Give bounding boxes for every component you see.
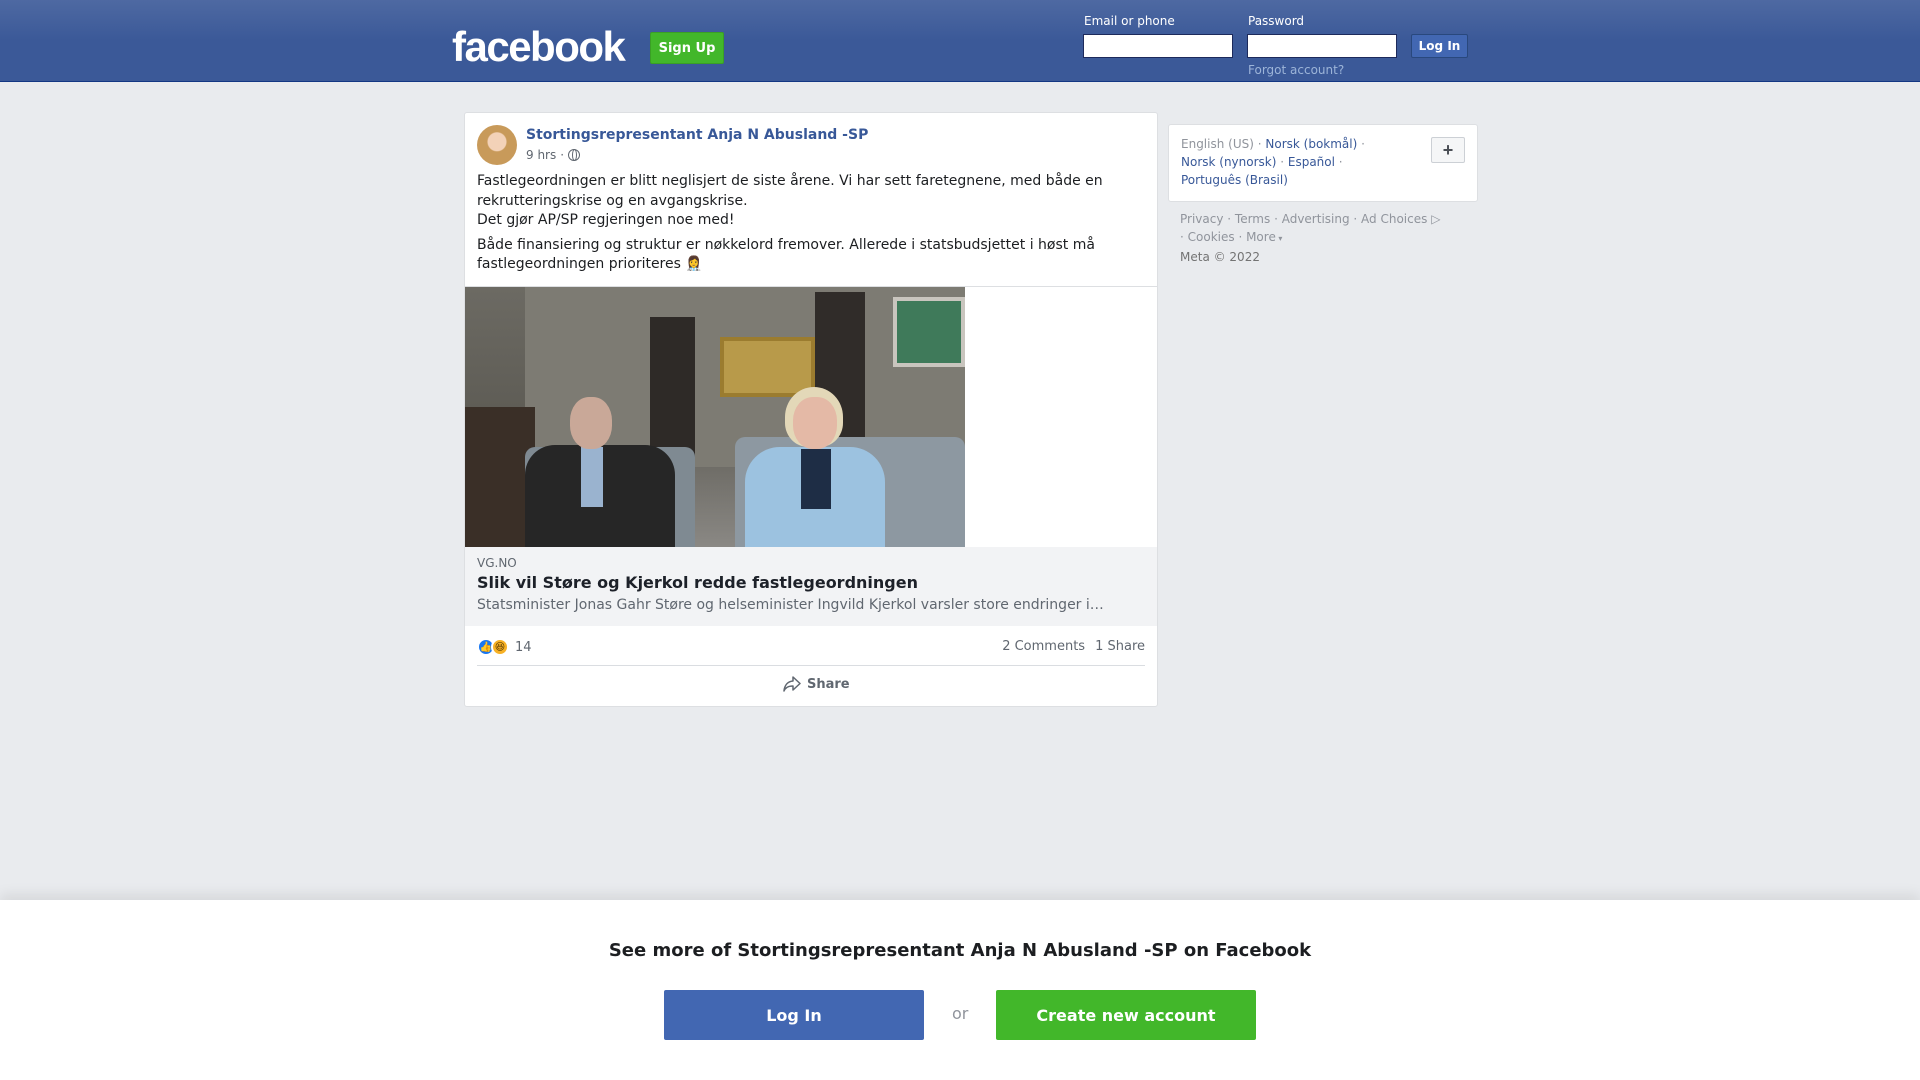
banner-login-button[interactable]: Log In [664,990,924,1040]
language-link[interactable]: Português (Brasil) [1181,173,1288,187]
link-description: Statsminister Jonas Gahr Støre og helsem… [477,597,1104,613]
link-title[interactable]: Slik vil Støre og Kjerkol redde fastlege… [477,573,918,592]
share-button[interactable]: Share [783,676,850,692]
language-link[interactable]: Norsk (nynorsk) [1181,155,1276,169]
ad-choices-icon: ▷ [1427,212,1441,226]
email-label: Email or phone [1084,14,1175,28]
terms-link[interactable]: Terms [1235,212,1270,226]
post-timestamp[interactable]: 9 hrs [526,148,556,162]
link-preview-image[interactable] [465,287,965,547]
divider [477,665,1145,666]
meta-separator: · [560,148,565,162]
link-domain: VG.NO [477,556,517,570]
more-languages-button[interactable]: + [1431,137,1465,163]
advertising-link[interactable]: Advertising [1282,212,1350,226]
share-label: Share [807,676,850,692]
top-bar: facebook Sign Up Email or phone Password… [0,0,1920,82]
link-preview[interactable]: VG.NO Slik vil Støre og Kjerkol redde fa… [465,286,1157,626]
cookies-link[interactable]: Cookies [1188,230,1235,244]
language-link[interactable]: Norsk (bokmål) [1265,137,1357,151]
reaction-count: 14 [515,639,532,655]
more-link[interactable]: More ▾ [1246,230,1282,244]
post-paragraph: Både finansiering og struktur er nøkkelo… [477,236,1095,273]
haha-icon: 😆 [491,638,509,656]
language-selector: English (US) · Norsk (bokmål) · Norsk (n… [1168,124,1478,202]
language-link[interactable]: Español [1288,155,1335,169]
sign-up-button[interactable]: Sign Up [650,32,724,64]
email-field[interactable] [1083,34,1233,58]
comments-count-link[interactable]: 2 Comments [1002,639,1085,654]
or-separator: or [952,1004,969,1023]
reactions-summary[interactable]: 👍 😆 14 [477,638,532,656]
author-avatar[interactable] [477,125,517,165]
current-language: English (US) [1181,137,1254,151]
ad-choices-link[interactable]: Ad Choices ▷ [1361,212,1440,226]
shares-count-link[interactable]: 1 Share [1095,639,1145,654]
create-account-button[interactable]: Create new account [996,990,1256,1040]
post-paragraph: Fastlegeordningen er blitt neglisjert de… [477,173,1103,209]
share-icon [783,676,801,692]
password-label: Password [1248,14,1305,28]
privacy-link[interactable]: Privacy [1180,212,1223,226]
banner-title: See more of Stortingsrepresentant Anja N… [608,940,1312,961]
post-body: Fastlegeordningen er blitt neglisjert de… [477,172,1142,280]
forgot-account-link[interactable]: Forgot account? [1248,63,1344,77]
facebook-logo[interactable]: facebook [452,22,626,72]
post-paragraph: Det gjør AP/SP regjeringen noe med! [477,212,735,228]
password-field[interactable] [1247,34,1397,58]
link-info[interactable]: VG.NO Slik vil Støre og Kjerkol redde fa… [465,547,1157,626]
post-card: Stortingsrepresentant Anja N Abusland -S… [464,112,1158,707]
engagement-counts: 2 Comments 1 Share [1002,639,1145,654]
post-meta: 9 hrs · [526,148,581,162]
copyright: Meta © 2022 [1180,250,1260,264]
post-author[interactable]: Stortingsrepresentant Anja N Abusland -S… [526,127,868,143]
footer-links: Privacy · Terms · Advertising · Ad Choic… [1180,212,1441,264]
header-login-button[interactable]: Log In [1411,34,1468,58]
globe-icon [568,149,581,161]
caret-down-icon: ▾ [1275,234,1283,243]
login-prompt-banner: See more of Stortingsrepresentant Anja N… [0,900,1920,1080]
